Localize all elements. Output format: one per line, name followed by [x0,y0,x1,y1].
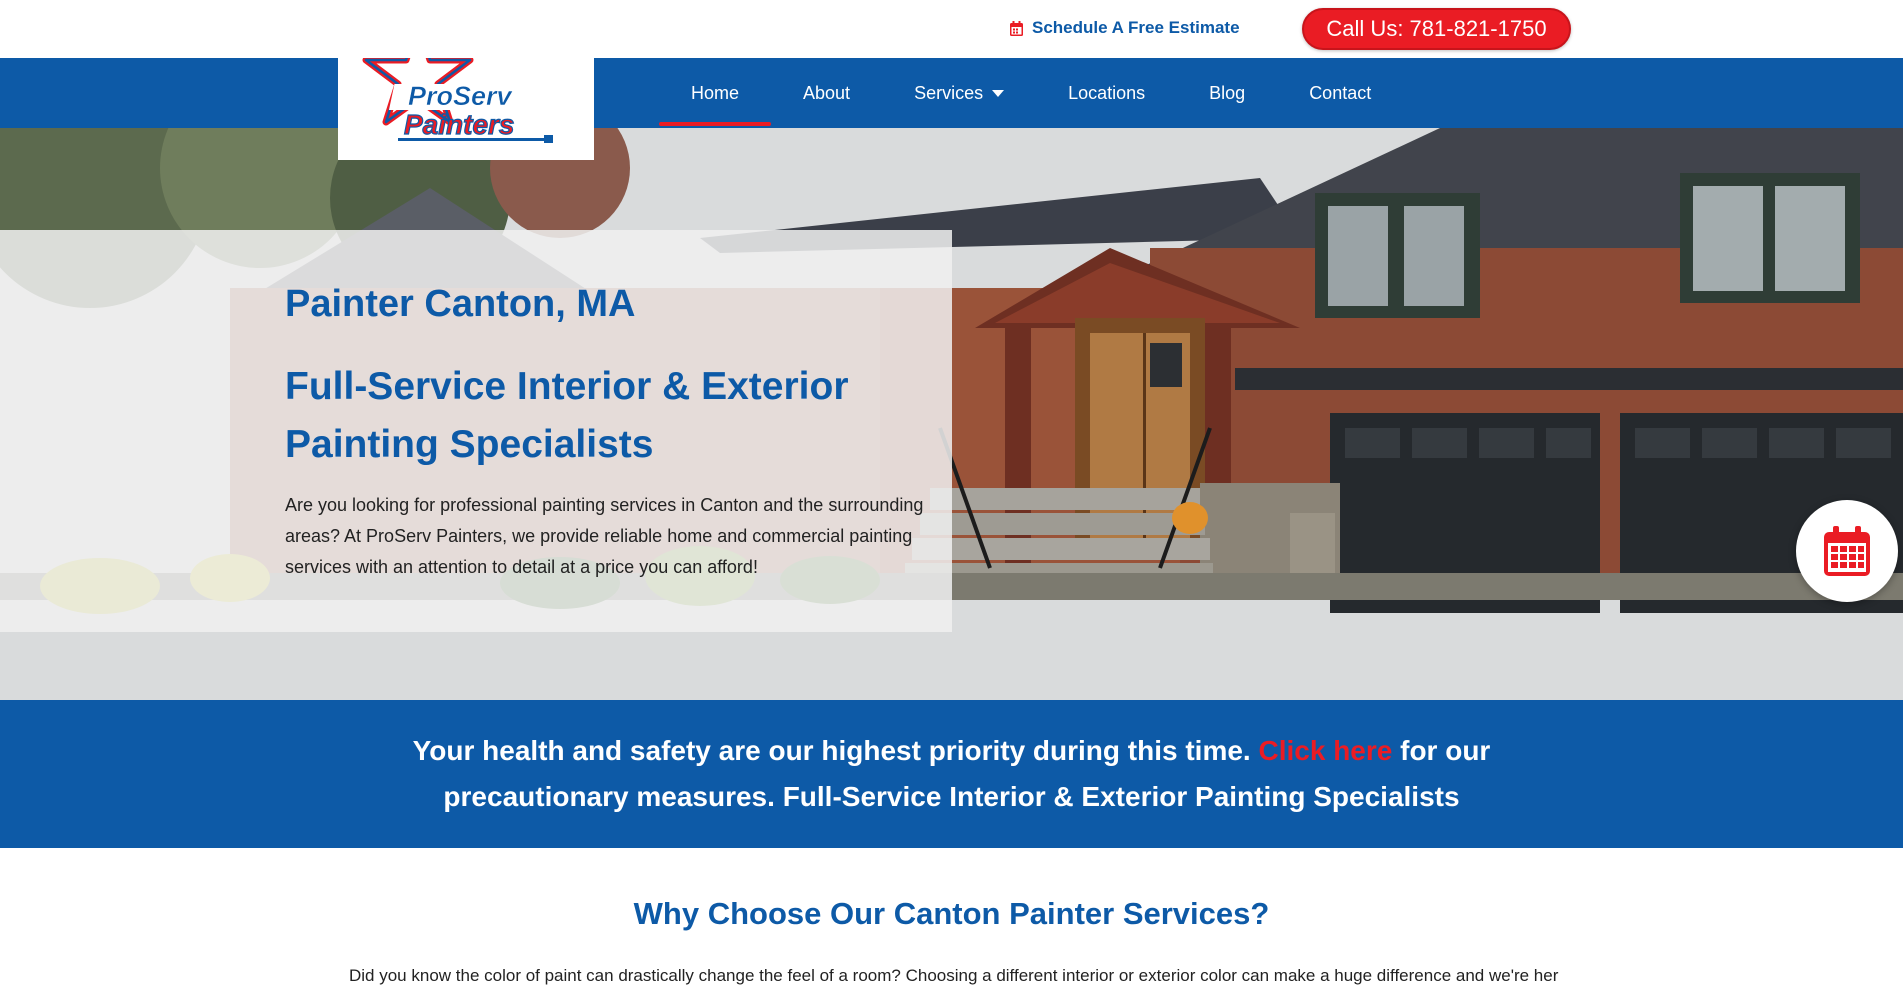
site-logo[interactable]: ProServ Painters [338,18,594,160]
nav-contact[interactable]: Contact [1277,58,1403,128]
nav-services[interactable]: Services [882,58,1036,128]
main-nav: Home About Services Locations Blog Conta… [659,58,1403,128]
hero-title: Painter Canton, MA [285,283,636,325]
safety-banner: Your health and safety are our highest p… [0,700,1903,848]
floating-schedule-button[interactable] [1796,500,1898,602]
nav-home[interactable]: Home [659,58,772,128]
safety-banner-text: Your health and safety are our highest p… [387,728,1517,820]
main-navbar: Home About Services Locations Blog Conta… [0,58,1903,128]
call-us-button[interactable]: Call Us: 781-821-1750 [1302,8,1571,50]
nav-locations[interactable]: Locations [1036,58,1177,128]
hero-subtitle: Full-Service Interior & Exterior Paintin… [285,365,849,466]
schedule-estimate-link[interactable]: Schedule A Free Estimate [1010,18,1240,38]
hero-description: Are you looking for professional paintin… [285,495,924,577]
chevron-down-icon [992,89,1005,97]
banner-text-before: Your health and safety are our highest p… [412,735,1259,766]
top-bar: Schedule A Free Estimate Call Us: 781-82… [0,0,1903,58]
schedule-estimate-label: Schedule A Free Estimate [1032,18,1240,37]
why-choose-text: Did you know the color of paint can dras… [349,966,1559,985]
nav-about[interactable]: About [771,58,882,128]
logo-text-painters: Painters [404,109,515,140]
nav-blog[interactable]: Blog [1177,58,1277,128]
why-choose-title: Why Choose Our Canton Painter Services? [633,896,1270,931]
proserv-logo-graphic: ProServ Painters [362,18,553,143]
calendar-icon [1824,526,1870,576]
hero-section: Painter Canton, MA Full-Service Interior… [0,128,1903,700]
logo-text-proserv: ProServ [408,81,514,111]
calendar-icon [1010,20,1023,36]
click-here-link[interactable]: Click here [1258,735,1392,766]
nav-services-label: Services [914,82,984,103]
